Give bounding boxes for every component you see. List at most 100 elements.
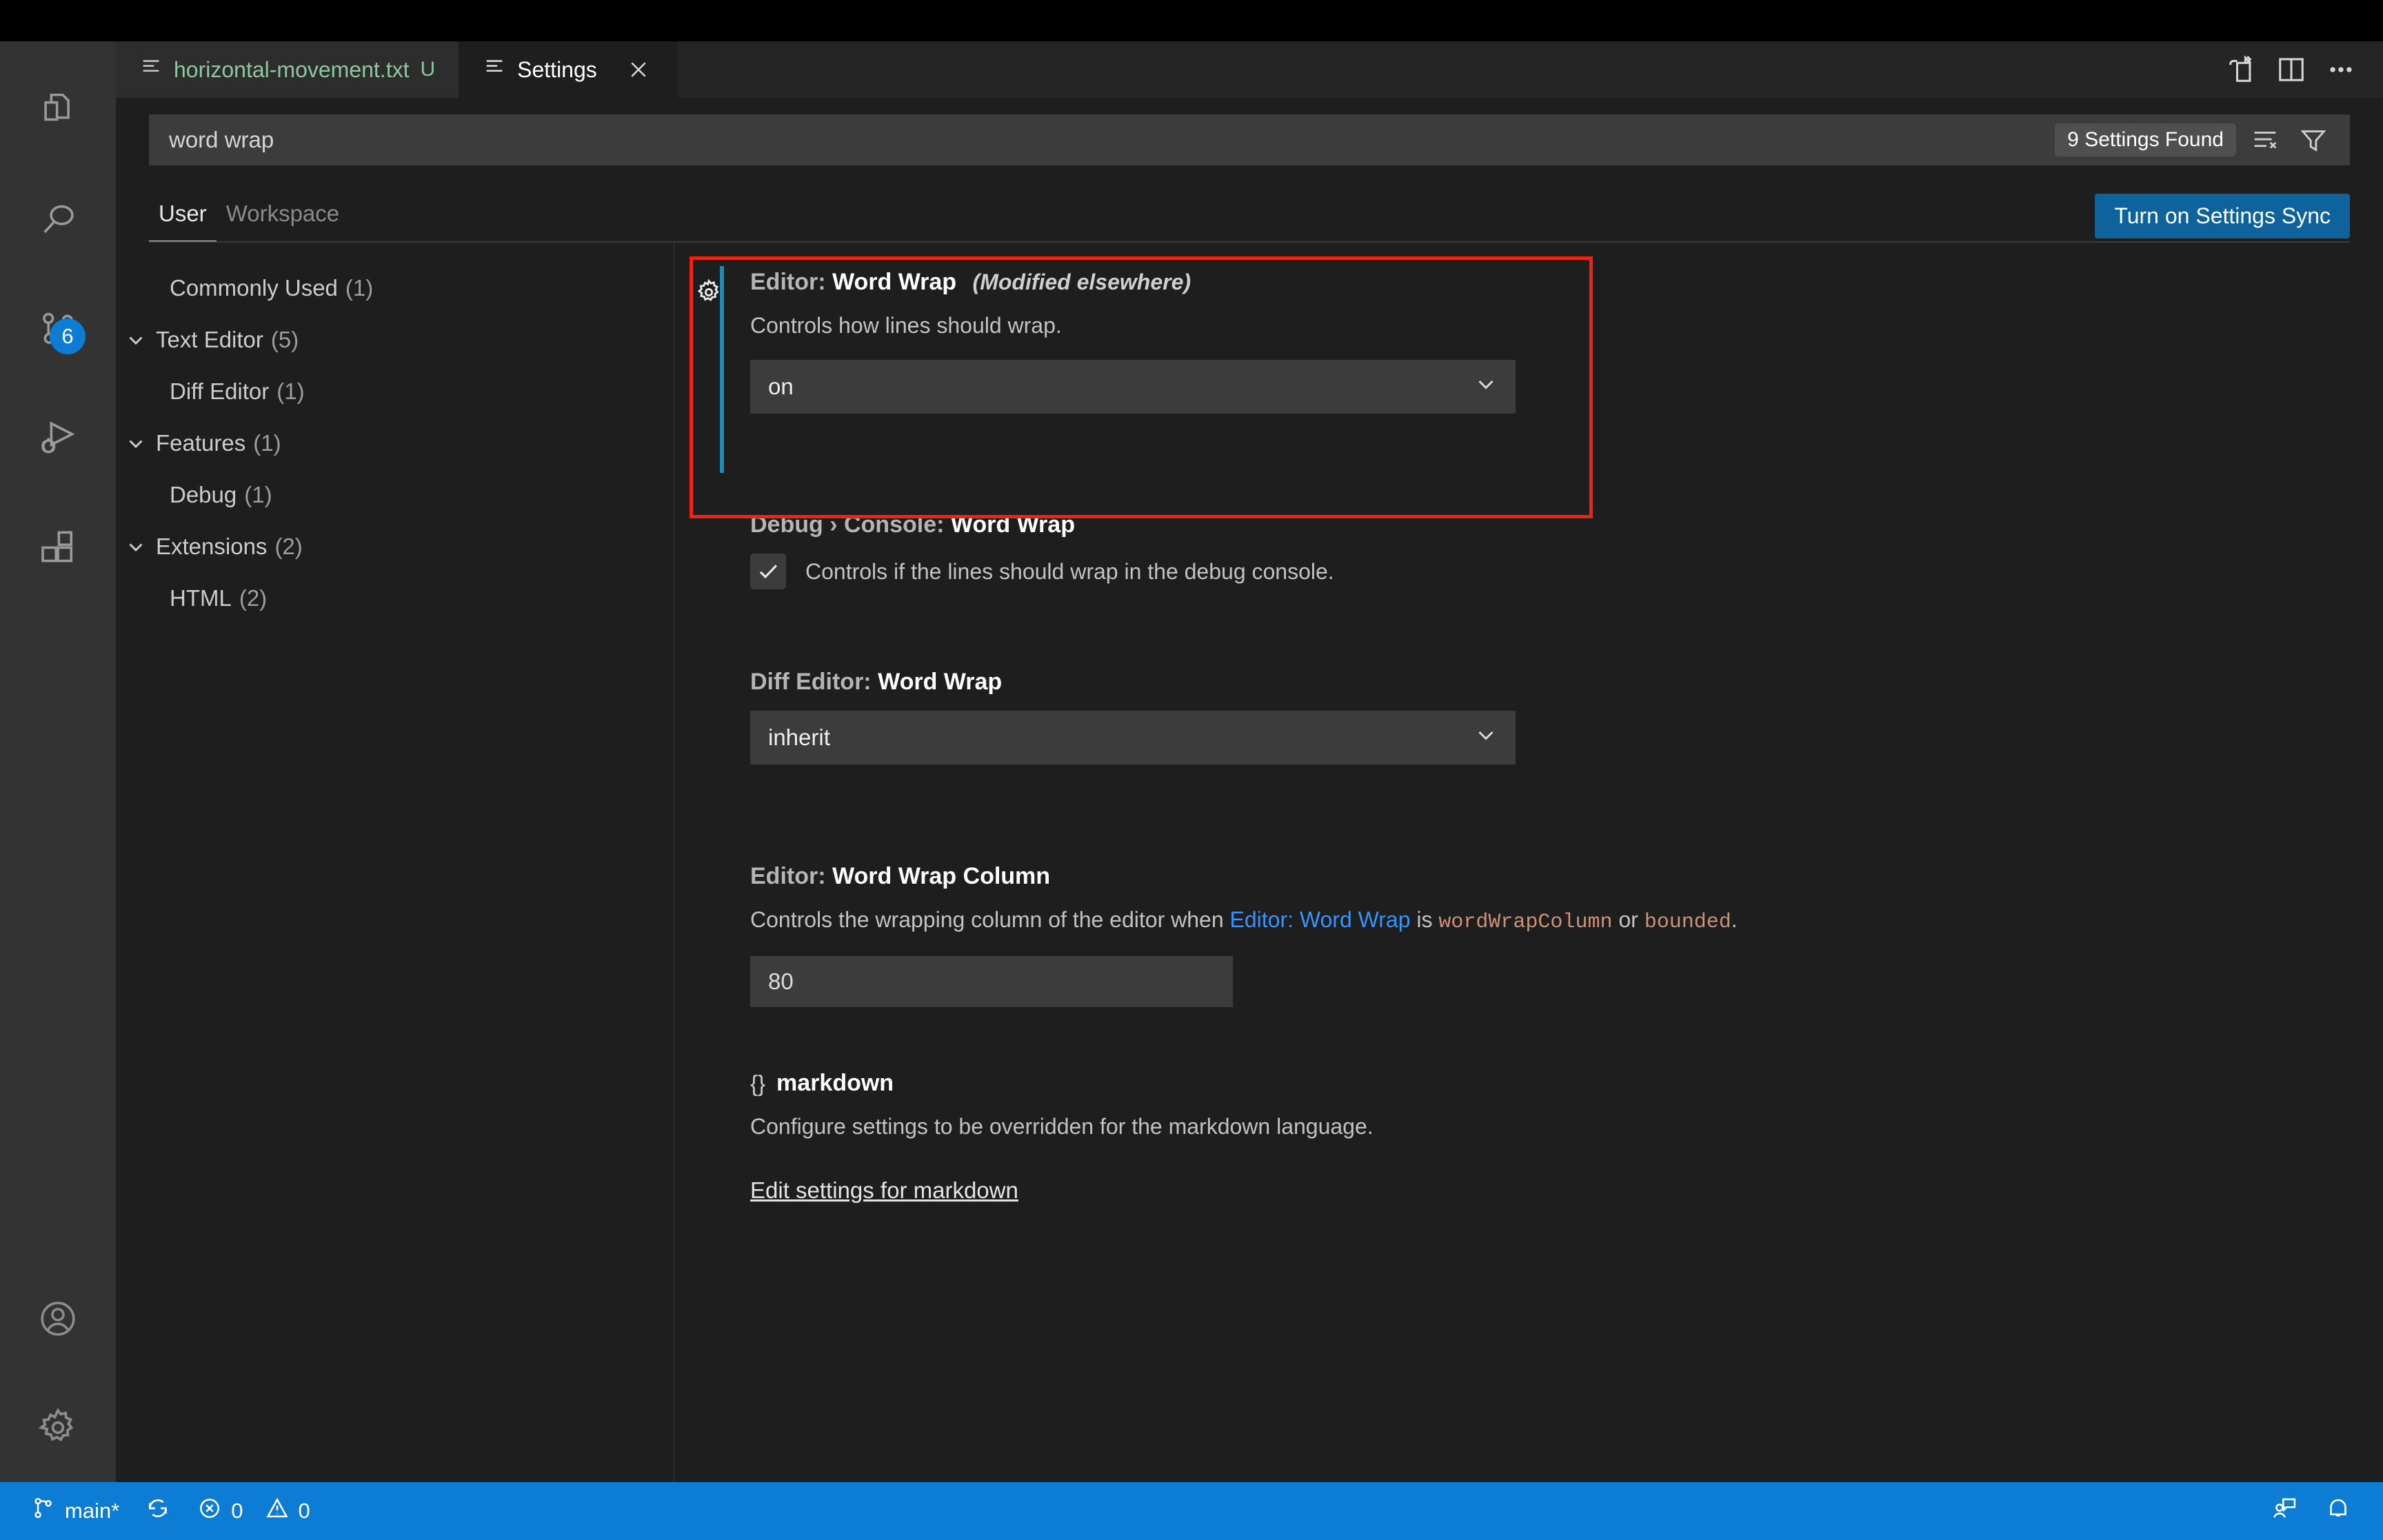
code-word-wrap-column: wordWrapColumn <box>1438 911 1613 934</box>
setting-name: Word Wrap <box>832 269 957 295</box>
results-count-badge: 9 Settings Found <box>2055 123 2236 156</box>
source-control-branch-icon <box>30 1495 57 1527</box>
run-debug-icon <box>35 415 81 460</box>
setting-editor-word-wrap[interactable]: Editor: Word Wrap (Modified elsewhere) C… <box>674 248 2383 491</box>
close-icon[interactable] <box>623 54 654 85</box>
toc-item-count: (1) <box>253 429 281 456</box>
activity-item-explorer[interactable] <box>0 57 116 165</box>
word-wrap-select[interactable]: on <box>750 360 1516 414</box>
split-editor-icon[interactable] <box>2270 48 2313 91</box>
activity-item-accounts[interactable] <box>0 1264 116 1373</box>
filter-icon[interactable] <box>2294 121 2333 159</box>
feedback-icon <box>2270 1494 2299 1528</box>
account-icon <box>35 1296 81 1341</box>
desc-text-2: is <box>1410 907 1439 932</box>
status-problems[interactable]: 0 0 <box>184 1482 323 1540</box>
source-control-badge: 6 <box>50 318 86 354</box>
setting-title: Diff Editor: Word Wrap <box>750 669 2383 696</box>
toc-item-label: Text Editor <box>156 326 263 352</box>
toc-item-text-editor[interactable]: Text Editor (5) <box>116 314 674 365</box>
setting-title: Debug › Console: Word Wrap <box>750 511 2383 538</box>
editor-tab-bar: horizontal-movement.txt U Settings <box>116 41 2383 98</box>
setting-checkbox-line: Controls if the lines should wrap in the… <box>750 554 2383 589</box>
toc-item-diff-editor[interactable]: Diff Editor (1) <box>116 365 674 417</box>
open-changes-icon[interactable] <box>2220 48 2263 91</box>
activity-item-manage[interactable] <box>0 1373 116 1482</box>
search-controls: 9 Settings Found <box>2055 121 2342 159</box>
clear-filter-icon[interactable] <box>2246 121 2284 159</box>
status-branch[interactable]: main* <box>18 1482 132 1540</box>
activity-item-search[interactable] <box>0 165 116 274</box>
editor-tab-horizontal-movement[interactable]: horizontal-movement.txt U <box>116 41 460 98</box>
gear-icon <box>34 1404 81 1451</box>
toc-item-html[interactable]: HTML (2) <box>116 572 674 624</box>
chevron-down-icon[interactable] <box>116 535 156 558</box>
toc-item-label: Extensions <box>156 533 268 559</box>
ellipsis-icon[interactable] <box>2320 48 2362 91</box>
toc-item-label: Commonly Used <box>170 274 338 301</box>
activity-item-source-control[interactable]: 6 <box>0 274 116 383</box>
setting-description: Configure settings to be overridden for … <box>750 1114 1374 1139</box>
debug-console-word-wrap-checkbox[interactable] <box>750 554 786 589</box>
setting-category: Diff Editor: <box>750 669 872 695</box>
setting-debug-console-word-wrap[interactable]: Debug › Console: Word Wrap Controls if t… <box>674 491 2383 648</box>
editor-tab-settings[interactable]: Settings <box>459 41 678 98</box>
setting-editor-word-wrap-column[interactable]: Editor: Word Wrap Column Controls the wr… <box>674 842 2383 1049</box>
search-input[interactable]: word wrap 9 Settings Found <box>149 114 2350 165</box>
toc-item-count: (1) <box>244 481 272 507</box>
activity-item-extensions[interactable] <box>0 492 116 601</box>
code-bounded: bounded <box>1644 911 1731 934</box>
status-notifications[interactable] <box>2311 1482 2365 1540</box>
title-bar <box>0 0 2383 41</box>
toc-item-extensions[interactable]: Extensions (2) <box>116 520 674 572</box>
edit-settings-for-markdown-link[interactable]: Edit settings for markdown <box>750 1177 1018 1204</box>
turn-on-settings-sync-button[interactable]: Turn on Settings Sync <box>2095 194 2350 239</box>
setting-category: Debug › Console: <box>750 511 945 538</box>
select-value: on <box>768 374 794 400</box>
setting-modified-note: (Modified elsewhere) <box>972 270 1192 294</box>
chevron-down-icon[interactable] <box>116 432 156 455</box>
activity-item-run-debug[interactable] <box>0 383 116 492</box>
toc-item-features[interactable]: Features (1) <box>116 417 674 469</box>
toc-item-label: Debug <box>170 481 237 507</box>
settings-editor: word wrap 9 Settings Found User Workspac… <box>116 98 2383 1482</box>
toc-item-count: (5) <box>270 326 299 352</box>
setting-category: Editor: <box>750 863 826 889</box>
search-icon <box>35 197 81 243</box>
setting-diff-editor-word-wrap[interactable]: Diff Editor: Word Wrap inherit <box>674 648 2383 842</box>
toc-item-count: (2) <box>239 585 268 611</box>
search-input-value: word wrap <box>169 127 274 152</box>
toc-item-commonly-used[interactable]: Commonly Used (1) <box>116 262 674 314</box>
desc-text-4: . <box>1731 907 1738 932</box>
tab-user[interactable]: User <box>149 201 217 243</box>
status-feedback[interactable] <box>2258 1482 2311 1540</box>
setting-description: Controls if the lines should wrap in the… <box>805 558 1334 584</box>
toc-item-count: (1) <box>276 378 305 404</box>
settings-scope-row: User Workspace Turn on Settings Sync <box>149 183 2350 243</box>
editor-actions <box>2220 41 2383 98</box>
editor-tab-label: horizontal-movement.txt <box>174 57 410 82</box>
select-value: inherit <box>768 725 830 750</box>
input-value: 80 <box>768 968 794 994</box>
setting-description: Controls the wrapping column of the edit… <box>750 905 2383 937</box>
diff-editor-word-wrap-select[interactable]: inherit <box>750 711 1516 764</box>
toc-item-count: (1) <box>345 274 374 301</box>
toc-item-debug[interactable]: Debug (1) <box>116 469 674 520</box>
tab-workspace[interactable]: Workspace <box>217 201 349 243</box>
setting-category: Editor: <box>750 269 826 295</box>
error-icon <box>197 1495 223 1527</box>
status-sync[interactable] <box>132 1482 184 1540</box>
chevron-down-icon <box>1473 371 1499 403</box>
text-file-icon <box>139 55 163 84</box>
status-bar: main* 0 0 <box>0 1482 2383 1540</box>
desc-text-3: or <box>1612 907 1645 932</box>
setting-name: Word Wrap <box>878 669 1003 695</box>
language-name: markdown <box>776 1070 894 1096</box>
word-wrap-column-input[interactable]: 80 <box>750 955 1233 1007</box>
editor-word-wrap-link[interactable]: Editor: Word Wrap <box>1230 907 1411 932</box>
extensions-icon <box>35 524 81 569</box>
sync-icon <box>144 1495 172 1528</box>
setting-markdown-language-override[interactable]: {} markdown Configure settings to be ove… <box>674 1049 2383 1227</box>
settings-list: Editor: Word Wrap (Modified elsewhere) C… <box>674 243 2383 1482</box>
chevron-down-icon[interactable] <box>116 328 156 352</box>
